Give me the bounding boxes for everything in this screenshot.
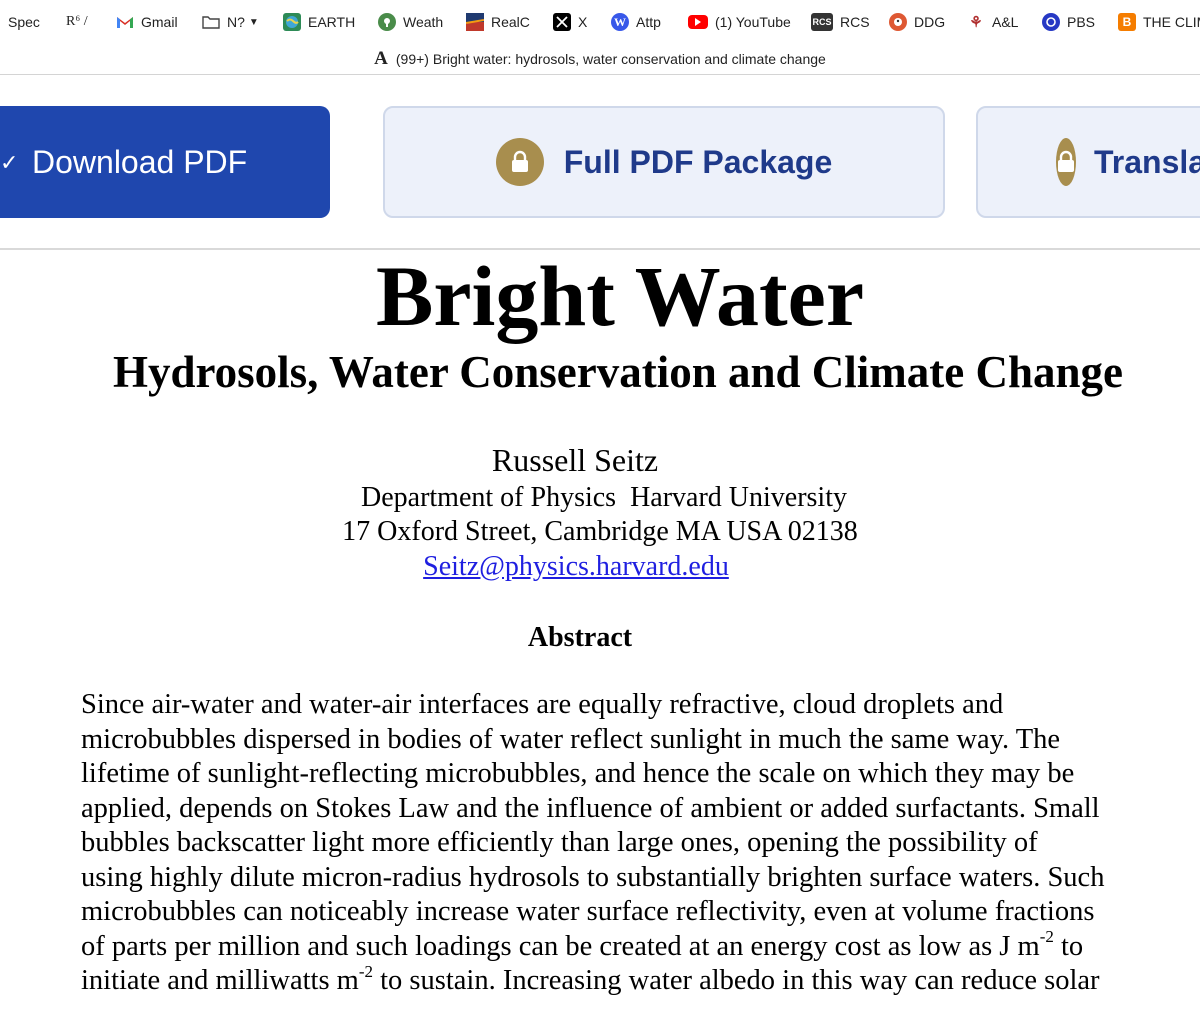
bookmark-r6[interactable]: R⁶ / <box>66 10 88 34</box>
bookmark-gmail[interactable]: Gmail <box>116 10 178 34</box>
bookmark-al[interactable]: ⚘ A&L <box>967 10 1018 34</box>
abstract-body: Since air-water and water-air interfaces… <box>81 688 1181 999</box>
bookmark-label: THE CLIMATE <box>1143 14 1200 30</box>
bookmark-label: Attp <box>636 14 661 30</box>
bookmark-earth[interactable]: EARTH <box>283 10 355 34</box>
superscript: -2 <box>1039 927 1054 946</box>
abstract-text: to sustain. Increasing water albedo in t… <box>373 965 1100 996</box>
lock-icon <box>495 138 544 186</box>
bookmark-weather[interactable]: Weath <box>378 10 443 34</box>
rcs-icon: RCS <box>811 13 833 31</box>
full-pdf-package-label: Full PDF Package <box>563 143 833 180</box>
download-pdf-button[interactable]: ✓ Download PDF <box>0 106 330 218</box>
paper-subtitle: Hydrosols, Water Conservation and Climat… <box>112 347 1124 397</box>
bookmark-label: EARTH <box>308 14 356 30</box>
bookmark-label: DDG <box>914 14 946 30</box>
abstract-line: microbubbles can noticeably increase wat… <box>81 896 1095 927</box>
abstract-line: applied, depends on Stokes Law and the i… <box>81 792 1100 824</box>
paper-author: Russell Seitz <box>491 442 659 478</box>
bookmark-spec[interactable]: Spec <box>8 10 40 34</box>
bookmark-the-climate[interactable]: B THE CLIMATE <box>1118 10 1200 34</box>
lock-icon <box>1056 138 1076 186</box>
abstract-heading: Abstract <box>527 622 633 653</box>
bookmark-label: (1) YouTube <box>715 14 791 30</box>
realclimate-icon <box>466 13 484 31</box>
bookmark-label: N? <box>227 14 245 30</box>
bookmark-label: X <box>578 14 588 30</box>
bookmark-folder-n[interactable]: N? ▼ <box>202 10 259 34</box>
bookmark-x[interactable]: X <box>553 10 587 34</box>
email-link[interactable]: Seitz@physics.harvard.edu <box>423 551 729 582</box>
abstract-line: initiate and milliwatts m-2 to sustain. … <box>81 961 1181 999</box>
wordpress-icon: W <box>611 13 629 31</box>
page-title: (99+) Bright water: hydrosols, water con… <box>395 51 826 67</box>
abstract-text: initiate and milliwatts m <box>81 965 359 996</box>
bookmark-label: Spec <box>8 14 40 30</box>
page-title-bar: A (99+) Bright water: hydrosols, water c… <box>0 44 1200 75</box>
x-icon <box>553 13 571 31</box>
abstract-line: bubbles backscatter light more efficient… <box>81 827 1038 858</box>
bookmark-label: A&L <box>992 14 1019 30</box>
bookmarks-bar: Spec R⁶ / Gmail N? ▼ EARTH Weath RealC X… <box>0 0 1200 44</box>
abstract-line: using highly dilute micron-radius hydros… <box>81 861 1105 893</box>
academia-icon: A <box>374 48 388 69</box>
bookmark-rcs[interactable]: RCS RCS <box>811 10 870 34</box>
abstract-line: of parts per million and such loadings c… <box>81 927 1181 965</box>
bookmark-attp[interactable]: W Attp <box>611 10 661 34</box>
chevron-down-icon: ▼ <box>248 16 259 28</box>
pbs-icon <box>1042 13 1060 31</box>
full-pdf-package-button[interactable]: Full PDF Package <box>383 106 945 218</box>
folder-icon <box>202 13 220 31</box>
superscript: -2 <box>358 961 374 981</box>
abstract-line: Since air-water and water-air interfaces… <box>81 689 1004 720</box>
bookmark-label: PBS <box>1067 14 1096 30</box>
download-pdf-label: Download PDF <box>32 143 248 180</box>
youtube-icon <box>688 15 708 29</box>
abstract-text: to <box>1053 930 1084 962</box>
bookmark-label: R⁶ / <box>66 14 88 29</box>
bookmark-pbs[interactable]: PBS <box>1042 10 1095 34</box>
translate-button[interactable]: Translate <box>976 106 1200 218</box>
bookmark-label: Weath <box>403 14 444 30</box>
abstract-text: of parts per million and such loadings c… <box>81 930 1040 962</box>
check-icon: ✓ <box>0 150 19 175</box>
paper-address: 17 Oxford Street, Cambridge MA USA 02138 <box>342 516 858 547</box>
paper-email-wrap: Seitz@physics.harvard.edu <box>0 549 1152 585</box>
abstract-line: microbubbles dispersed in bodies of wate… <box>81 723 1061 755</box>
weather-icon <box>378 13 396 31</box>
earth-icon <box>283 13 301 31</box>
bookmark-realclimate[interactable]: RealC <box>466 10 530 34</box>
bookmark-label: Gmail <box>141 14 178 30</box>
al-icon: ⚘ <box>969 14 983 31</box>
bookmark-ddg[interactable]: DDG <box>889 10 945 34</box>
bookmark-label: RCS <box>840 14 870 30</box>
abstract-line: lifetime of sunlight-reflecting microbub… <box>81 758 1075 789</box>
bookmark-label: RealC <box>491 14 530 30</box>
translate-label: Translate <box>1094 143 1200 180</box>
blogger-icon: B <box>1118 13 1136 31</box>
duckduckgo-icon <box>889 13 907 31</box>
gmail-icon <box>116 13 134 31</box>
bookmark-youtube[interactable]: (1) YouTube <box>688 10 791 34</box>
paper-title: Bright Water <box>375 248 865 344</box>
paper-affiliation: Department of Physics Harvard University <box>361 482 847 513</box>
